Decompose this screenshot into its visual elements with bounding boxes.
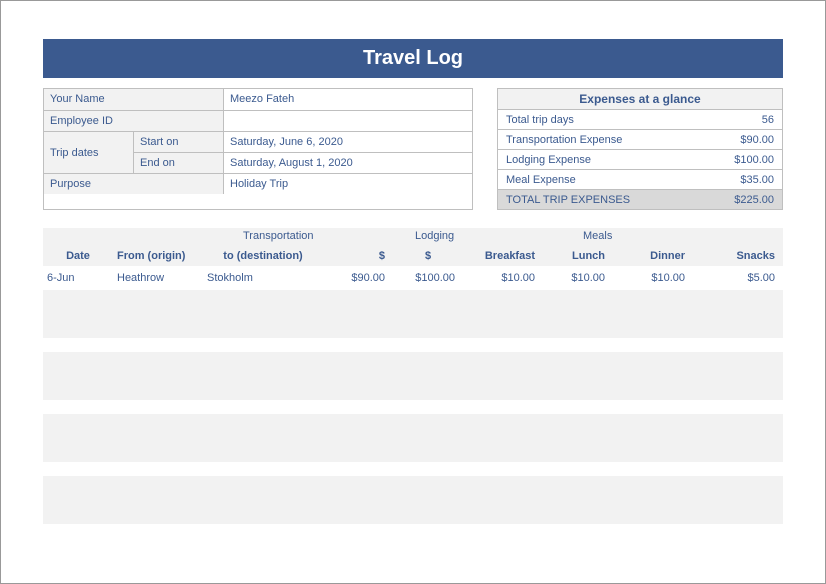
cell-breakfast[interactable]: $10.00 [463,266,543,290]
table-row[interactable] [43,438,783,462]
group-transport-label: Transportation [243,230,314,242]
table-row[interactable]: 6-Jun Heathrow Stokholm $90.00 $100.00 $… [43,266,783,290]
purpose-label: Purpose [44,174,224,194]
table-row[interactable] [43,376,783,400]
employee-id-value[interactable] [224,111,472,131]
glance-row-value: $90.00 [684,130,774,149]
glance-row-label: Transportation Expense [506,130,684,149]
cell-snacks[interactable]: $5.00 [693,266,783,290]
glance-row-value: 56 [684,110,774,129]
group-meals-label: Meals [583,230,612,242]
purpose-value[interactable]: Holiday Trip [224,174,472,194]
cell-transport-cost[interactable]: $90.00 [323,266,393,290]
glance-row-value: $100.00 [684,150,774,169]
cell-from[interactable]: Heathrow [113,266,203,290]
group-lodging-label: Lodging [415,230,454,242]
glance-total-label: TOTAL TRIP EXPENSES [506,190,684,209]
table-row[interactable] [43,476,783,500]
start-label: Start on [134,132,224,152]
glance-total-value: $225.00 [684,190,774,209]
cell-dinner[interactable]: $10.00 [613,266,693,290]
employee-id-label: Employee ID [44,111,224,131]
col-dinner: Dinner [613,228,693,266]
col-snacks: Snacks [693,228,783,266]
cell-date[interactable]: 6-Jun [43,266,113,290]
cell-lodging-cost[interactable]: $100.00 [393,266,463,290]
log-table-header: Transportation Lodging Meals Date From (… [43,228,783,266]
table-row[interactable] [43,352,783,376]
page-title: Travel Log [43,39,783,78]
table-row[interactable] [43,500,783,524]
expenses-glance-panel: Expenses at a glance Total trip days 56 … [497,88,783,210]
document-page: Travel Log Your Name Meezo Fateh Employe… [0,0,826,584]
table-row[interactable] [43,314,783,338]
glance-row-label: Lodging Expense [506,150,684,169]
tripdates-label: Trip dates [44,131,134,173]
glance-row-label: Meal Expense [506,170,684,189]
col-transport-cost: $ [323,228,393,266]
table-row[interactable] [43,290,783,314]
col-date: Date [43,228,113,266]
glance-row-label: Total trip days [506,110,684,129]
col-breakfast: Breakfast [463,228,543,266]
name-value[interactable]: Meezo Fateh [224,89,472,110]
table-row[interactable] [43,414,783,438]
end-label: End on [134,153,224,173]
info-section: Your Name Meezo Fateh Employee ID Trip d… [43,88,783,210]
name-label: Your Name [44,89,224,110]
trip-info-panel: Your Name Meezo Fateh Employee ID Trip d… [43,88,473,210]
cell-to[interactable]: Stokholm [203,266,323,290]
glance-title: Expenses at a glance [498,89,782,109]
glance-row-value: $35.00 [684,170,774,189]
start-value[interactable]: Saturday, June 6, 2020 [224,132,472,152]
col-from: From (origin) [113,228,203,266]
end-value[interactable]: Saturday, August 1, 2020 [224,153,472,173]
cell-lunch[interactable]: $10.00 [543,266,613,290]
